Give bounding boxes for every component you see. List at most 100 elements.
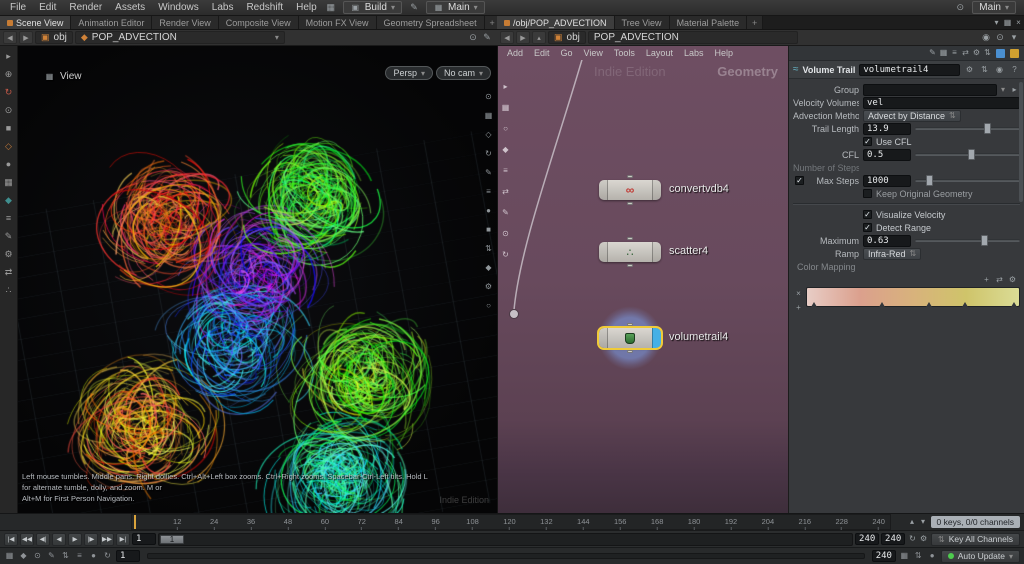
playbar-option-icon[interactable]: ◆ (18, 550, 29, 563)
viewport-tool-icon[interactable]: ∴ (2, 284, 16, 297)
viewport-tool-icon[interactable]: ● (2, 158, 16, 171)
viewport-tool-icon[interactable]: ◇ (2, 140, 16, 153)
up-one-level-button[interactable]: ▴ (532, 31, 546, 44)
auto-update-dropdown[interactable]: Auto Update ▾ (940, 549, 1020, 563)
viewport-display-icon[interactable]: ◇ (482, 128, 496, 141)
viewport-display-icon[interactable]: ⇅ (482, 242, 496, 255)
tab-motion-fx-view[interactable]: Motion FX View (298, 16, 377, 29)
node-right-flags[interactable] (652, 242, 661, 262)
network-menu-item[interactable]: Tools (609, 48, 640, 58)
tab-geometry-spreadsheet[interactable]: Geometry Spreadsheet (376, 16, 485, 29)
parameter-toolbar-icon[interactable]: ⇅ (982, 47, 993, 60)
gear-icon[interactable]: ⚙ (964, 63, 975, 76)
desktop-main-chip[interactable]: ▦ Main ▾ (425, 1, 485, 14)
color-ramp-gradient[interactable] (806, 287, 1020, 307)
status-option-icon[interactable]: ⇅ (913, 550, 924, 563)
playbar-option-icon[interactable]: ↻ (102, 550, 113, 563)
global-range-bar[interactable] (147, 553, 865, 559)
global-start-input[interactable] (116, 550, 140, 562)
tab-animation-editor[interactable]: Animation Editor (71, 16, 153, 29)
viewport-tool-icon[interactable]: ⊙ (2, 104, 16, 117)
viewport-tool-icon[interactable]: ✎ (2, 230, 16, 243)
build-desktop-chip[interactable]: ▣ Build ▾ (342, 1, 402, 14)
node-volumetrail4[interactable]: volumetrail4 (597, 323, 728, 353)
viewport-tool-icon[interactable]: ⊕ (2, 68, 16, 81)
viewport-display-icon[interactable]: ◆ (482, 261, 496, 274)
pen-icon[interactable]: ✎ (407, 1, 421, 14)
playbar-slider[interactable]: 1 (158, 532, 854, 546)
tab-render-view[interactable]: Render View (152, 16, 219, 29)
viewport-tool-icon[interactable]: ≡ (2, 212, 16, 225)
yellow-filter-icon[interactable] (1010, 48, 1019, 58)
back-button[interactable]: ◀ (3, 31, 17, 44)
ramp-add-point-icon[interactable]: + (981, 273, 992, 286)
parameter-toolbar-icon[interactable]: ⚙ (971, 47, 982, 60)
pathbar-option-icon[interactable]: ▾ (1007, 31, 1021, 44)
visualize-velocity-checkbox[interactable]: ✓ (863, 210, 872, 219)
ramp-key-marker[interactable] (925, 302, 932, 307)
network-menu-item[interactable]: Help (709, 48, 738, 58)
viewport-tool-icon[interactable]: ▸ (2, 50, 16, 63)
scene-viewport[interactable]: ▦ View Persp ▾ No cam ▾ ⊙ ▦ ◇ ↻ ✎ ≡ ● ■ ⇅ ◆ ⚙ ○ Lef… (18, 46, 497, 513)
menu-redshift[interactable]: Redshift (240, 2, 289, 13)
maximum-slider[interactable] (915, 235, 1020, 246)
ramp-insert-point-icon[interactable]: + (793, 301, 804, 314)
network-editor[interactable]: Add Edit Go View Tools Layout Labs Help Indie E… (497, 46, 788, 513)
network-tool-icon[interactable]: ✎ (499, 206, 513, 219)
ramp-flip-icon[interactable]: ⇄ (994, 273, 1005, 286)
root-crumb[interactable]: ▣ obj (35, 31, 73, 44)
menu-render[interactable]: Render (63, 2, 108, 13)
node-output-connector[interactable] (627, 202, 633, 205)
network-tool-icon[interactable]: ↻ (499, 248, 513, 261)
transport-button[interactable]: ▶| (116, 532, 130, 546)
ruler-option-icon[interactable]: ▾ (918, 516, 929, 529)
viewport-display-icon[interactable]: ≡ (482, 185, 496, 198)
network-menu-item[interactable]: Edit (529, 48, 555, 58)
network-tool-icon[interactable]: ▦ (499, 101, 513, 114)
color-mapping-section-label[interactable]: Color Mapping (793, 260, 1020, 273)
cfl-input[interactable] (863, 148, 911, 161)
node-display-flag[interactable] (652, 328, 661, 348)
node-name-input[interactable] (859, 63, 960, 76)
menu-file[interactable]: File (4, 2, 32, 13)
pathbar-option-icon[interactable]: ⊙ (993, 31, 1007, 44)
take-main-chip[interactable]: Main ▾ (972, 1, 1016, 14)
viewport-tool-icon[interactable]: ▦ (2, 176, 16, 189)
node-output-connector[interactable] (627, 350, 633, 353)
transport-button[interactable]: ▶ (68, 532, 82, 546)
node-input-connector[interactable] (627, 237, 633, 240)
tab-tree-view[interactable]: Tree View (614, 16, 670, 29)
playbar-option-icon[interactable]: ⇅ (60, 550, 71, 563)
network-menu-item[interactable]: Go (556, 48, 578, 58)
viewport-display-icon[interactable]: ○ (482, 299, 496, 312)
parameter-toolbar-icon[interactable]: ⇄ (960, 47, 971, 60)
global-end-input[interactable] (871, 550, 896, 562)
ramp-key-marker[interactable] (879, 302, 886, 307)
parameters-scrollbar[interactable] (1019, 82, 1023, 202)
transport-button[interactable]: ◀ (52, 532, 66, 546)
keys-status-button[interactable]: 0 keys, 0/0 channels (930, 516, 1020, 528)
network-tool-icon[interactable]: ⊙ (499, 227, 513, 240)
pane-control-icon[interactable]: × (1013, 16, 1024, 29)
ramp-remove-point-icon[interactable]: × (793, 287, 804, 300)
chevron-down-icon[interactable]: ▾ (1001, 85, 1005, 94)
node-left-flags[interactable] (599, 180, 608, 200)
back-button[interactable]: ◀ (500, 31, 514, 44)
network-tool-icon[interactable]: ≡ (499, 164, 513, 177)
transport-button[interactable]: |◀ (4, 532, 18, 546)
viewport-tool-icon[interactable]: ⇄ (2, 266, 16, 279)
network-menu-item[interactable]: Add (502, 48, 528, 58)
viewport-display-icon[interactable]: ■ (482, 223, 496, 236)
node-input-connector[interactable] (627, 323, 633, 326)
status-option-icon[interactable]: ● (927, 550, 938, 563)
advection-method-dropdown[interactable]: Advect by Distance ⇅ (863, 109, 961, 122)
network-menu-item[interactable]: Layout (641, 48, 678, 58)
playback-option-icon[interactable]: ↻ (907, 533, 918, 546)
network-tool-icon[interactable]: ⇄ (499, 185, 513, 198)
use-cfl-checkbox[interactable]: ✓ (863, 137, 872, 146)
node-label[interactable]: scatter4 (669, 245, 708, 257)
playbar-option-icon[interactable]: ≡ (74, 550, 85, 563)
range-start-input[interactable] (132, 533, 156, 545)
node-left-flags[interactable] (599, 328, 608, 348)
playbar-handle[interactable]: 1 (160, 534, 184, 544)
